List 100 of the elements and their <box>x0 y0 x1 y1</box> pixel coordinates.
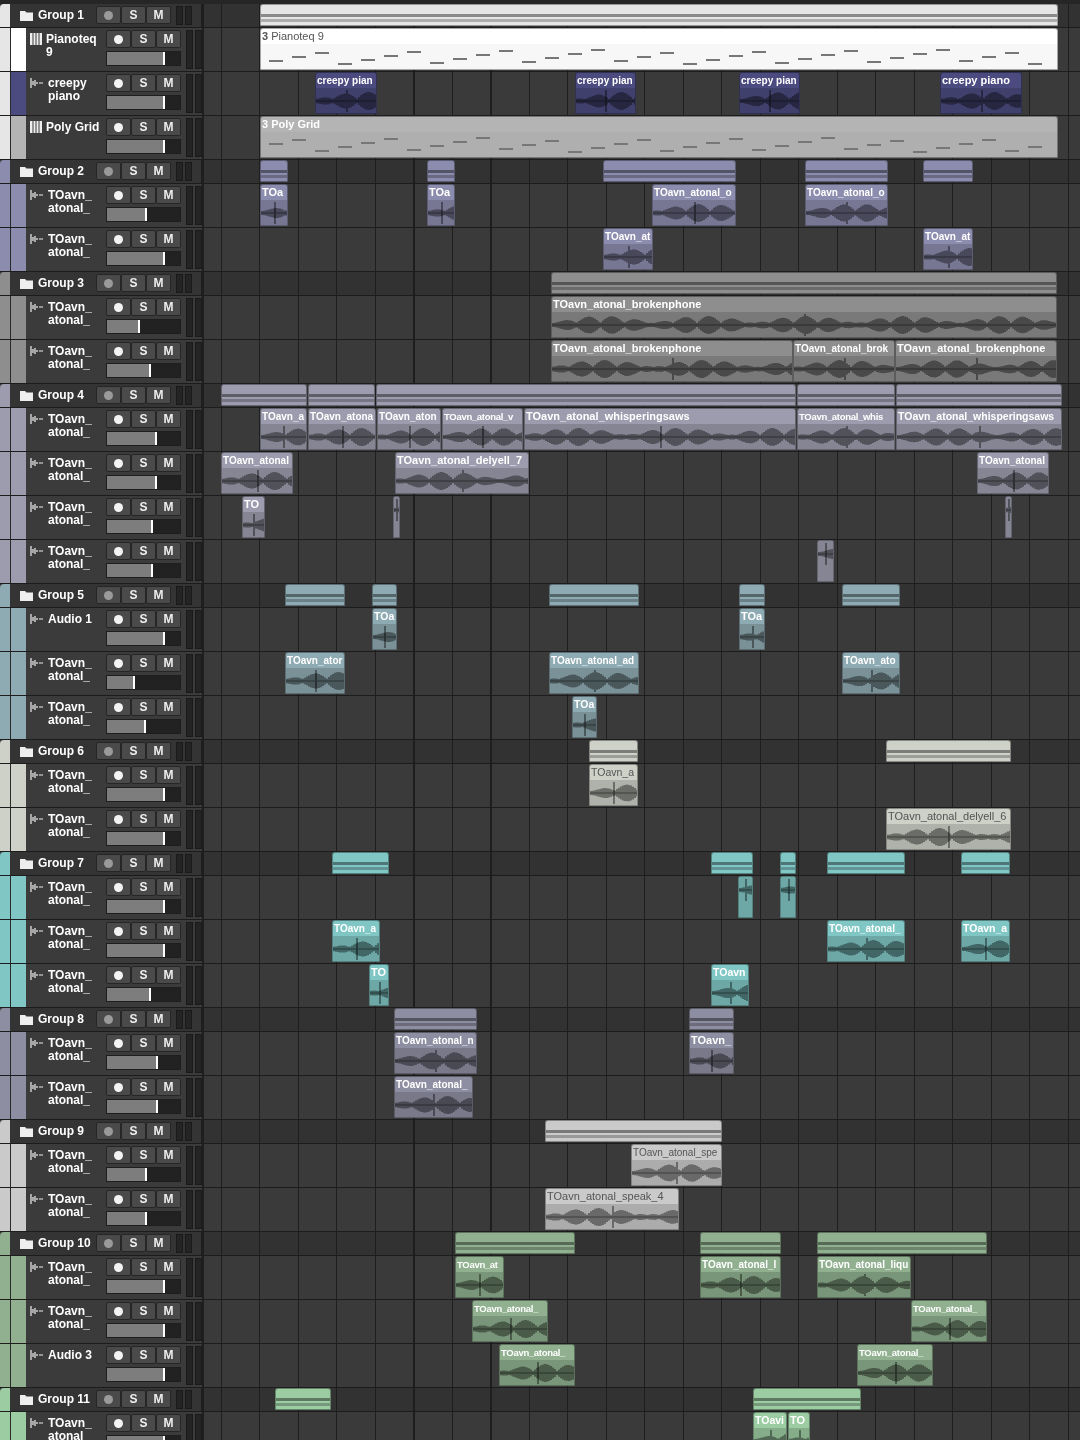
group-summary-clip[interactable] <box>827 852 905 874</box>
volume-fader[interactable] <box>106 519 181 534</box>
record-arm-button[interactable] <box>106 1346 131 1364</box>
solo-button[interactable]: S <box>131 298 156 316</box>
volume-fader[interactable] <box>106 719 181 734</box>
volume-fader[interactable] <box>106 563 181 578</box>
group-summary-clip[interactable] <box>260 4 1058 26</box>
group-summary-clip[interactable] <box>589 740 638 762</box>
group-summary-clip[interactable] <box>551 272 1057 294</box>
group-summary-clip[interactable] <box>700 1232 781 1254</box>
group-summary-clip[interactable] <box>817 1232 987 1254</box>
group-summary-clip[interactable] <box>285 584 345 606</box>
mute-button[interactable]: M <box>156 810 181 828</box>
record-arm-button[interactable] <box>106 118 131 136</box>
record-arm-button[interactable] <box>106 298 131 316</box>
group-summary-clip[interactable] <box>842 584 900 606</box>
solo-button[interactable]: S <box>131 1146 156 1164</box>
group-summary-clip[interactable] <box>797 384 895 406</box>
mute-button[interactable]: M <box>156 410 181 428</box>
solo-button[interactable]: S <box>121 6 146 24</box>
mute-button[interactable]: M <box>156 1078 181 1096</box>
solo-button[interactable]: S <box>131 654 156 672</box>
mute-button[interactable]: M <box>156 698 181 716</box>
record-arm-button[interactable] <box>106 966 131 984</box>
group-summary-clip[interactable] <box>394 1008 477 1030</box>
volume-fader[interactable] <box>106 943 181 958</box>
mute-button[interactable]: M <box>156 1346 181 1364</box>
record-arm-button[interactable] <box>106 498 131 516</box>
record-arm-button[interactable] <box>106 1034 131 1052</box>
volume-fader[interactable] <box>106 475 181 490</box>
solo-button[interactable]: S <box>131 30 156 48</box>
group-summary-clip[interactable] <box>260 160 288 182</box>
mute-button[interactable]: M <box>156 118 181 136</box>
group-summary-clip[interactable] <box>805 160 888 182</box>
volume-fader[interactable] <box>106 95 181 110</box>
mute-button[interactable]: M <box>146 1390 171 1408</box>
solo-button[interactable]: S <box>131 342 156 360</box>
record-arm-button[interactable] <box>106 1146 131 1164</box>
solo-button[interactable]: S <box>131 1190 156 1208</box>
solo-button[interactable]: S <box>131 966 156 984</box>
mute-button[interactable]: M <box>146 586 171 604</box>
solo-button[interactable]: S <box>131 74 156 92</box>
record-arm-button[interactable] <box>106 922 131 940</box>
audio-clip[interactable]: creepy piano <box>940 72 1022 114</box>
record-arm-button[interactable] <box>106 230 131 248</box>
group-summary-clip[interactable] <box>961 852 1010 874</box>
volume-fader[interactable] <box>106 675 181 690</box>
mute-button[interactable]: M <box>156 454 181 472</box>
solo-button[interactable]: S <box>131 610 156 628</box>
solo-button[interactable]: S <box>121 162 146 180</box>
solo-button[interactable]: S <box>131 454 156 472</box>
mute-button[interactable]: M <box>146 274 171 292</box>
solo-button[interactable]: S <box>131 230 156 248</box>
solo-button[interactable]: S <box>121 586 146 604</box>
solo-button[interactable]: S <box>131 698 156 716</box>
volume-fader[interactable] <box>106 363 181 378</box>
mute-button[interactable]: M <box>146 1122 171 1140</box>
record-arm-button[interactable] <box>106 1414 131 1432</box>
record-arm-button[interactable] <box>106 654 131 672</box>
mute-button[interactable]: M <box>146 1010 171 1028</box>
mute-button[interactable]: M <box>146 386 171 404</box>
group-summary-clip[interactable] <box>332 852 389 874</box>
record-arm-button[interactable] <box>106 410 131 428</box>
audio-clip[interactable]: TOavn_atonal_delyell_6 <box>886 808 1011 850</box>
solo-button[interactable]: S <box>121 1122 146 1140</box>
solo-button[interactable]: S <box>131 1258 156 1276</box>
solo-button[interactable]: S <box>131 118 156 136</box>
solo-button[interactable]: S <box>131 922 156 940</box>
group-summary-clip[interactable] <box>372 584 397 606</box>
record-arm-button[interactable] <box>106 1302 131 1320</box>
audio-clip[interactable]: TOavn_atonal_speak_4 <box>545 1188 679 1230</box>
solo-button[interactable]: S <box>121 1234 146 1252</box>
volume-fader[interactable] <box>106 51 181 66</box>
solo-button[interactable]: S <box>131 410 156 428</box>
record-arm-button[interactable] <box>106 610 131 628</box>
record-arm-button[interactable] <box>106 1078 131 1096</box>
record-arm-button[interactable] <box>106 766 131 784</box>
volume-fader[interactable] <box>106 1055 181 1070</box>
mute-button[interactable]: M <box>156 610 181 628</box>
mute-button[interactable]: M <box>156 74 181 92</box>
volume-fader[interactable] <box>106 831 181 846</box>
mute-button[interactable]: M <box>156 1302 181 1320</box>
record-arm-button[interactable] <box>106 454 131 472</box>
record-arm-button[interactable] <box>106 30 131 48</box>
audio-clip[interactable] <box>738 876 753 918</box>
record-arm-button[interactable] <box>106 810 131 828</box>
mute-button[interactable]: M <box>156 766 181 784</box>
group-summary-clip[interactable] <box>896 384 1062 406</box>
solo-button[interactable]: S <box>131 1078 156 1096</box>
mute-button[interactable]: M <box>156 1034 181 1052</box>
solo-button[interactable]: S <box>131 878 156 896</box>
solo-button[interactable]: S <box>131 186 156 204</box>
volume-fader[interactable] <box>106 431 181 446</box>
solo-button[interactable]: S <box>131 810 156 828</box>
solo-button[interactable]: S <box>131 1034 156 1052</box>
mute-button[interactable]: M <box>156 186 181 204</box>
solo-button[interactable]: S <box>121 854 146 872</box>
volume-fader[interactable] <box>106 1211 181 1226</box>
solo-button[interactable]: S <box>121 274 146 292</box>
mute-button[interactable]: M <box>156 654 181 672</box>
